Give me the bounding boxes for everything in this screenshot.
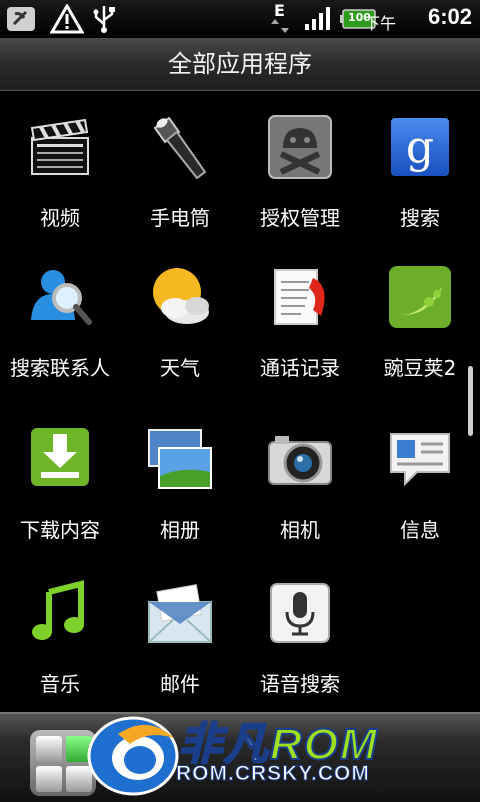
camera-icon [268, 436, 332, 485]
logo-swirl-icon [87, 716, 179, 796]
app-label: 音乐 [40, 672, 80, 696]
app-voice-search[interactable]: 语音搜索 [240, 580, 360, 710]
app-call-log[interactable]: 通话记录 [240, 264, 360, 394]
contact-search-icon [31, 270, 92, 325]
app-label: 授权管理 [260, 206, 340, 230]
am-pm-label: 下午 [363, 14, 396, 33]
app-label: 视频 [40, 206, 80, 230]
clock: 6:02 [427, 4, 472, 29]
app-messages[interactable]: 信息 [360, 426, 480, 556]
app-label: 下载内容 [20, 518, 100, 542]
app-wandoujia[interactable]: 豌豆荚2 [360, 264, 480, 394]
flashlight-icon [153, 116, 207, 180]
app-label: 邮件 [160, 672, 200, 696]
status-bar: E 100 下午 6:02 [0, 0, 480, 38]
app-label: 相机 [280, 518, 320, 542]
app-label: 信息 [400, 518, 440, 542]
warning-icon [50, 4, 84, 34]
page-title: 全部应用程序 [0, 38, 480, 91]
app-label: 相册 [160, 518, 200, 542]
download-icon [31, 428, 89, 486]
gallery-icon [148, 429, 212, 489]
watermark-logo: 非凡ROM ROM.CRSKY.COM [78, 700, 478, 800]
svg-text:g: g [406, 122, 434, 173]
message-icon [390, 433, 450, 487]
google-search-icon: g [391, 118, 449, 176]
watermark-url: ROM.CRSKY.COM [176, 762, 370, 786]
app-weather[interactable]: 天气 [120, 264, 240, 394]
peapod-icon [389, 266, 451, 328]
app-label: 搜索 [400, 206, 440, 230]
weather-sun-cloud-icon [153, 268, 209, 324]
app-label: 语音搜索 [260, 672, 340, 696]
app-label: 手电筒 [150, 206, 210, 230]
phone-mute-icon [7, 7, 35, 31]
usb-icon [93, 6, 115, 33]
app-label: 豌豆荚2 [383, 356, 457, 380]
app-contact-search[interactable]: 搜索联系人 [0, 264, 120, 394]
app-label: 搜索联系人 [10, 356, 110, 380]
signal-icon [305, 7, 330, 30]
app-video[interactable]: 视频 [0, 114, 120, 244]
clapperboard-icon [30, 118, 89, 175]
app-camera[interactable]: 相机 [240, 426, 360, 556]
microphone-icon [270, 583, 330, 643]
app-mail[interactable]: 邮件 [120, 580, 240, 710]
app-search[interactable]: g 搜索 [360, 114, 480, 244]
app-gallery[interactable]: 相册 [120, 426, 240, 556]
scrollbar[interactable] [468, 366, 473, 436]
app-music[interactable]: 音乐 [0, 580, 120, 710]
app-grid: 视频 手电筒 授权管理 g 搜索 搜索联系人 天气 通话记录 豌豆荚2 下载内容… [0, 92, 480, 712]
app-downloads[interactable]: 下载内容 [0, 426, 120, 556]
app-flashlight[interactable]: 手电筒 [120, 114, 240, 244]
android-skull-icon [268, 115, 332, 179]
app-label: 天气 [160, 356, 200, 380]
app-superuser[interactable]: 授权管理 [240, 114, 360, 244]
app-label: 通话记录 [260, 356, 340, 380]
call-log-icon [274, 269, 325, 325]
music-note-icon [32, 580, 84, 640]
mail-icon [148, 584, 212, 643]
